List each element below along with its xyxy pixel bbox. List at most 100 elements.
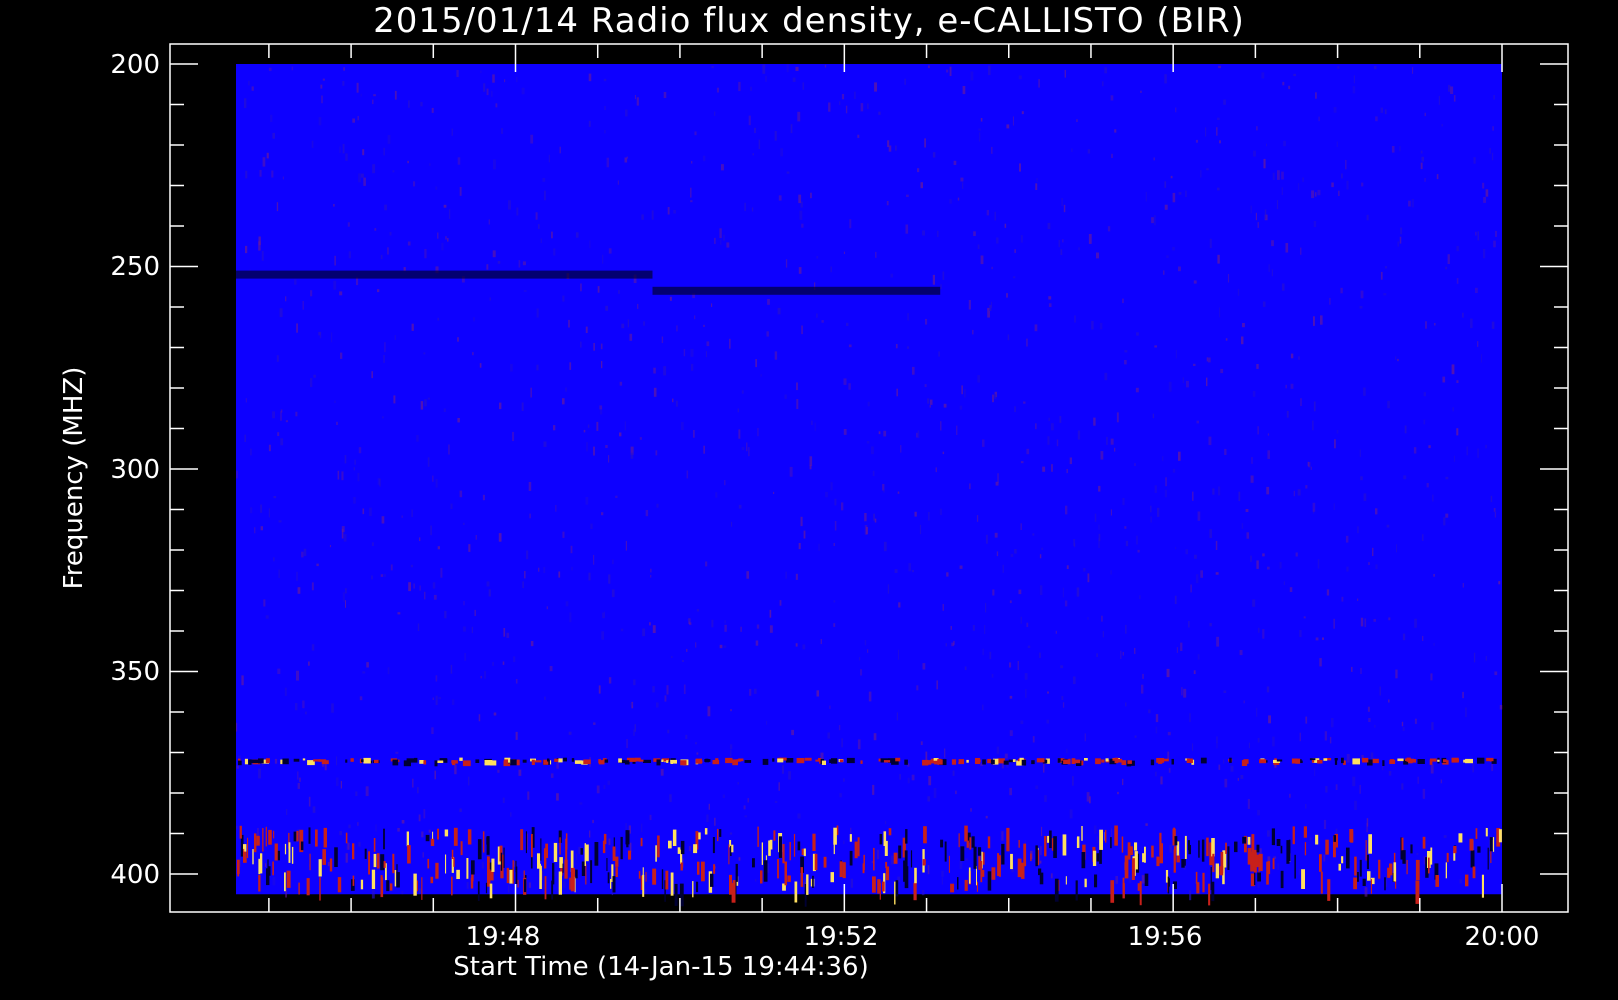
interference-mark-1 — [895, 880, 899, 897]
interference-mark-1 — [407, 845, 411, 864]
interference-mark-1 — [1333, 835, 1336, 842]
heatmap-cell — [850, 827, 852, 835]
heatmap-cell — [1219, 140, 1221, 144]
interference-mark-1 — [1258, 853, 1263, 872]
heatmap-cell — [1353, 75, 1355, 84]
heatmap-cell — [262, 157, 266, 167]
heatmap-cell — [1194, 554, 1197, 559]
heatmap-cell — [347, 842, 350, 850]
interference-mark-0 — [558, 758, 563, 763]
interference-mark-1 — [612, 876, 616, 893]
interference-mark-1 — [1187, 840, 1190, 851]
interference-mark-1 — [803, 848, 806, 857]
heatmap-cell — [758, 139, 761, 149]
heatmap-cell — [883, 541, 887, 552]
interference-mark-1 — [243, 851, 247, 863]
heatmap-cell — [1267, 433, 1270, 436]
heatmap-cell — [1180, 642, 1183, 651]
heatmap-cell — [486, 264, 489, 270]
heatmap-cell — [1038, 652, 1041, 659]
heatmap-cell — [874, 82, 877, 92]
heatmap-cell — [361, 173, 364, 178]
heatmap-cell — [482, 494, 485, 501]
interference-mark-0 — [321, 760, 329, 765]
interference-mark-1 — [1350, 830, 1354, 843]
heatmap-cell — [1056, 439, 1059, 447]
heatmap-cell — [596, 785, 600, 794]
heatmap-cell — [802, 644, 806, 650]
heatmap-cell — [413, 583, 415, 589]
heatmap-cell — [339, 291, 343, 296]
heatmap-cell — [1223, 759, 1225, 764]
heatmap-cell — [1290, 383, 1294, 389]
interference-mark-0 — [1229, 757, 1232, 763]
interference-mark-0 — [732, 759, 738, 766]
heatmap-cell — [744, 815, 748, 818]
heatmap-cell — [754, 879, 757, 882]
interference-mark-1 — [987, 836, 991, 849]
heatmap-cell — [1004, 223, 1007, 228]
interference-mark-0 — [762, 758, 769, 765]
heatmap-cell — [1154, 771, 1157, 777]
heatmap-cell — [980, 118, 983, 122]
heatmap-cell — [1373, 724, 1376, 728]
heatmap-cell — [1088, 796, 1091, 804]
interference-mark-1 — [668, 840, 672, 849]
heatmap-cell — [1240, 775, 1244, 779]
heatmap-cell — [921, 890, 925, 896]
heatmap-cell — [387, 135, 391, 144]
heatmap-cell — [1237, 777, 1239, 781]
heatmap-cell — [363, 177, 366, 186]
heatmap-cell — [1490, 495, 1493, 503]
interference-mark-1 — [364, 848, 367, 859]
heatmap-cell — [1312, 502, 1316, 512]
heatmap-cell — [483, 83, 486, 92]
heatmap-cell — [1197, 654, 1200, 660]
heatmap-cell — [1246, 532, 1249, 539]
interference-mark-1 — [453, 827, 458, 846]
y-tick-label-200: 200 — [110, 50, 160, 80]
heatmap-cell — [589, 830, 591, 838]
interference-mark-0 — [1021, 759, 1027, 766]
heatmap-cell — [1277, 863, 1280, 870]
heatmap-cell — [911, 774, 915, 781]
interference-mark-1 — [789, 842, 791, 861]
heatmap-cell — [1253, 150, 1256, 157]
heatmap-cell — [510, 364, 513, 372]
heatmap-cell — [978, 128, 981, 131]
interference-mark-1 — [1271, 828, 1275, 846]
interference-mark-1 — [704, 828, 708, 835]
heatmap-cell — [1209, 529, 1212, 538]
interference-mark-1 — [386, 880, 390, 892]
heatmap-cell — [1360, 290, 1364, 299]
interference-mark-1 — [594, 842, 599, 866]
interference-mark-0 — [414, 757, 418, 763]
interference-mark-1 — [1255, 854, 1259, 868]
heatmap-cell — [1402, 633, 1406, 641]
heatmap-cell — [924, 138, 926, 148]
heatmap-cell — [821, 320, 824, 323]
heatmap-cell — [236, 722, 238, 732]
heatmap-cell — [1251, 457, 1253, 464]
heatmap-cell — [738, 857, 741, 861]
heatmap-cell — [1473, 157, 1476, 164]
heatmap-cell — [397, 828, 400, 832]
heatmap-cell — [352, 118, 355, 123]
heatmap-cell — [982, 648, 985, 656]
interference-mark-0 — [437, 760, 444, 763]
interference-mark-1 — [833, 843, 835, 855]
heatmap-cell — [508, 200, 511, 210]
heatmap-cell — [1400, 227, 1403, 235]
heatmap-cell — [459, 808, 462, 812]
interference-mark-1 — [489, 883, 493, 899]
heatmap-cell — [1337, 66, 1340, 69]
heatmap-cell — [796, 399, 799, 409]
heatmap-cell — [797, 813, 801, 819]
heatmap-cell — [1124, 526, 1127, 529]
interference-mark-1 — [553, 842, 558, 862]
heatmap-cell — [1297, 489, 1301, 496]
interference-mark-1 — [260, 853, 263, 874]
heatmap-cell — [1110, 509, 1112, 516]
heatmap-cell — [1066, 469, 1068, 474]
heatmap-cell — [1209, 623, 1212, 627]
